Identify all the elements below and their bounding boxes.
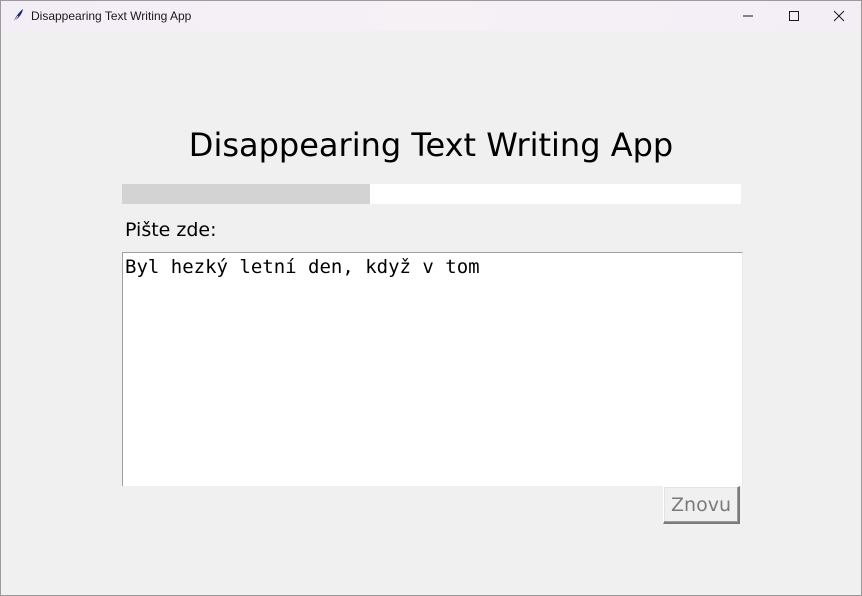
prompt-label: Pište zde: [125,219,217,241]
time-progress-bar [122,184,741,204]
app-heading: Disappearing Text Writing App [188,126,674,164]
close-icon [833,7,845,26]
feather-icon [11,8,25,24]
writing-textarea[interactable]: Byl hezký letní den, když v tom [122,252,743,486]
reset-button[interactable]: Znovu [663,486,740,524]
close-button[interactable] [816,1,862,31]
progress-fill [122,184,370,204]
minimize-icon [742,7,754,26]
window-title: Disappearing Text Writing App [31,9,192,23]
maximize-button[interactable] [771,1,817,31]
maximize-icon [788,7,800,26]
title-bar[interactable]: Disappearing Text Writing App [1,1,861,31]
app-window: Disappearing Text Writing App Disappeari… [0,0,862,596]
minimize-button[interactable] [725,1,771,31]
